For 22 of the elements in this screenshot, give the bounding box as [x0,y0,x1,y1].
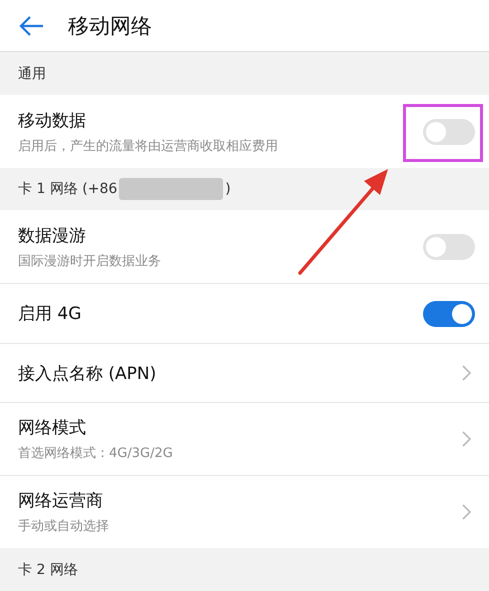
chevron-icon [461,504,471,520]
setting-description: 启用后，产生的流量将由运营商收取相应费用 [18,138,278,154]
setting-description: 首选网络模式：4G/3G/2G [18,445,173,462]
toggle-switch[interactable] [423,234,475,260]
section-header: 卡 1 网络 (+86 [18,180,118,198]
setting-label: 网络模式 [18,417,86,439]
setting-label: 数据漫游 [18,224,86,246]
chevron-icon [461,431,471,447]
setting-label: 启用 4G [18,303,82,325]
setting-description: 手动或自动选择 [18,518,109,535]
setting-label: 接入点名称 (APN) [18,362,156,384]
page-title: 移动网络 [68,12,152,40]
toggle-switch[interactable] [423,118,475,144]
setting-description: 国际漫游时开启数据业务 [18,252,161,270]
section-header: 通用 [18,64,46,82]
chevron-icon [461,365,471,381]
section-header: ) [225,181,231,197]
setting-label: 移动数据 [18,110,86,132]
section-header: 卡 2 网络 [18,560,78,578]
back-icon[interactable] [18,14,44,36]
toggle-switch[interactable] [423,300,475,326]
setting-label: 网络运营商 [18,490,103,512]
